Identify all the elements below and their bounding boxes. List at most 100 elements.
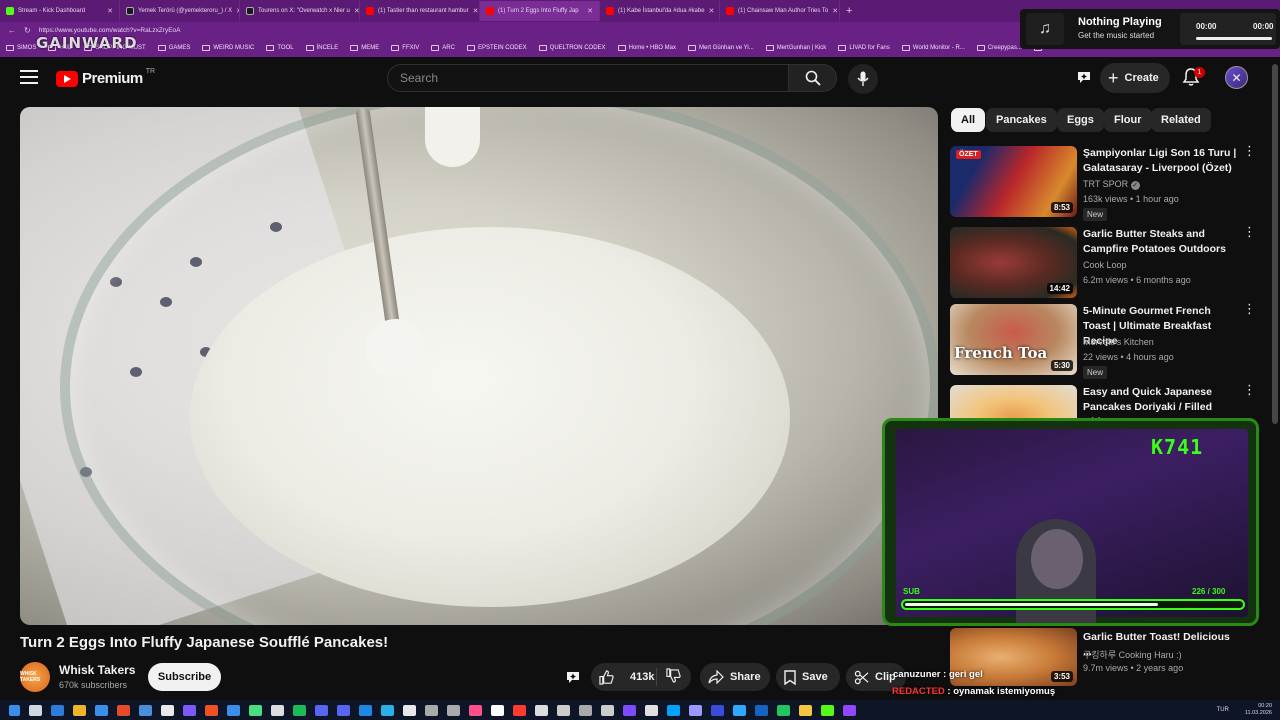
video-thumbnail[interactable]: French Toa 5:30 xyxy=(950,304,1077,375)
taskbar-app-icon[interactable] xyxy=(227,704,240,716)
taskbar-app-icon[interactable] xyxy=(821,704,834,716)
taskbar-app-icon[interactable] xyxy=(315,704,328,716)
like-button[interactable]: 413k xyxy=(591,668,657,686)
share-button[interactable]: Share xyxy=(700,663,770,691)
taskbar-app-icon[interactable] xyxy=(689,704,702,716)
taskbar-app-icon[interactable] xyxy=(271,704,284,716)
save-button[interactable]: Save xyxy=(776,663,840,691)
clock[interactable]: 00:20 11.03.2026 xyxy=(1245,703,1272,717)
youtube-premium-logo[interactable]: Premium TR xyxy=(56,68,155,87)
ask-ai-button[interactable] xyxy=(1074,67,1094,87)
taskbar-app-icon[interactable] xyxy=(29,704,42,716)
taskbar-app-icon[interactable] xyxy=(777,704,790,716)
related-video-title[interactable]: Şampiyonlar Ligi Son 16 Turu | Galatasar… xyxy=(1083,146,1238,176)
bookmark-item[interactable]: GAMES xyxy=(157,45,190,51)
bookmark-item[interactable]: EPSTEIN CODEX xyxy=(466,45,527,51)
bookmark-item[interactable]: Creepypas... xyxy=(976,45,1022,51)
bookmark-item[interactable]: WEIRD MUSIC xyxy=(202,45,254,51)
tab-close-icon[interactable]: ✕ xyxy=(103,7,113,15)
taskbar-app-icon[interactable] xyxy=(799,704,812,716)
bookmark-item[interactable]: MertGunhan | Kick xyxy=(765,45,826,51)
taskbar-app-icon[interactable] xyxy=(711,704,724,716)
chip-related[interactable]: Related xyxy=(1151,108,1211,132)
chip-eggs[interactable]: Eggs xyxy=(1057,108,1104,132)
voice-search-button[interactable] xyxy=(848,64,878,94)
tab-close-icon[interactable]: ✕ xyxy=(469,7,479,15)
related-video-channel[interactable]: Cook Loop xyxy=(1083,260,1127,270)
related-video[interactable]: ÖZET 8:53 Şampiyonlar Ligi Son 16 Turu |… xyxy=(950,144,1260,221)
browser-tab[interactable]: (1) Chainsaw Man Author Tries To ✕ xyxy=(720,1,840,21)
bookmark-item[interactable]: FFXIV xyxy=(391,45,419,51)
bookmark-item[interactable]: QUELTRON CODEX xyxy=(538,45,606,51)
video-thumbnail[interactable]: 14:42 xyxy=(950,227,1077,298)
bookmark-item[interactable]: Home • HBO Max xyxy=(617,45,676,51)
browser-tab[interactable]: (1) Tastier than restaurant hambur ✕ xyxy=(360,1,480,21)
taskbar-app-icon[interactable] xyxy=(425,704,438,716)
tab-close-icon[interactable]: ✕ xyxy=(705,7,715,15)
taskbar-app-icon[interactable] xyxy=(293,704,306,716)
related-video[interactable]: French Toa 5:30 5-Minute Gourmet French … xyxy=(950,302,1260,379)
taskbar-app-icon[interactable] xyxy=(51,704,64,716)
taskbar-app-icon[interactable] xyxy=(249,704,262,716)
browser-tab[interactable]: Tourens on X: "Overwatch x Nier u ✕ xyxy=(240,1,360,21)
channel-avatar[interactable]: WHISK TAKERS xyxy=(20,662,50,692)
reload-icon[interactable]: ↻ xyxy=(24,26,31,35)
more-options-icon[interactable]: ⋮ xyxy=(1243,383,1256,396)
windows-start-icon[interactable] xyxy=(9,704,20,716)
chip-flour[interactable]: Flour xyxy=(1104,108,1152,132)
video-thumbnail[interactable] xyxy=(950,385,1077,420)
account-avatar[interactable]: ✕ xyxy=(1225,66,1248,89)
taskbar-app-icon[interactable] xyxy=(359,704,372,716)
menu-icon[interactable] xyxy=(20,70,38,86)
back-icon[interactable]: ← xyxy=(8,26,16,35)
browser-tab-active[interactable]: (1) Turn 2 Eggs Into Fluffy Jap ✕ xyxy=(480,1,600,21)
taskbar-app-icon[interactable] xyxy=(337,704,350,716)
taskbar-app-icon[interactable] xyxy=(755,704,768,716)
related-video-channel[interactable]: Mervotti's Kitchen xyxy=(1083,337,1154,347)
more-options-icon[interactable]: ⋮ xyxy=(1243,225,1256,238)
taskbar-app-icon[interactable] xyxy=(667,704,680,716)
tab-close-icon[interactable]: ✕ xyxy=(828,7,838,15)
taskbar-app-icon[interactable] xyxy=(601,704,614,716)
bookmark-item[interactable]: İNCELE xyxy=(305,45,338,51)
bookmark-item[interactable]: Mert Günhan ve Yi... xyxy=(688,45,754,51)
taskbar-app-icon[interactable] xyxy=(579,704,592,716)
taskbar-app-icon[interactable] xyxy=(403,704,416,716)
taskbar-app-icon[interactable] xyxy=(117,704,130,716)
taskbar-app-icon[interactable] xyxy=(733,704,746,716)
taskbar-app-icon[interactable] xyxy=(183,704,196,716)
related-video[interactable]: Easy and Quick Japanese Pancakes Doriyak… xyxy=(950,383,1260,428)
browser-tab[interactable]: (1) Kabe İstanbul'da #dua #kabe ✕ xyxy=(600,1,720,21)
related-video-title[interactable]: Garlic Butter Steaks and Campfire Potato… xyxy=(1083,227,1238,257)
dislike-button[interactable] xyxy=(657,668,687,686)
bookmark-item[interactable]: MEME xyxy=(350,45,379,51)
channel-name[interactable]: Whisk Takers xyxy=(59,663,135,677)
taskbar-app-icon[interactable] xyxy=(557,704,570,716)
url-field[interactable]: https://www.youtube.com/watch?v=RaLzxZry… xyxy=(39,27,181,34)
language-indicator[interactable]: TUR xyxy=(1217,707,1229,713)
related-video[interactable]: 14:42 Garlic Butter Steaks and Campfire … xyxy=(950,225,1260,299)
new-tab-button[interactable]: + xyxy=(840,5,858,17)
related-video-channel[interactable]: 쿠킹하루 Cooking Haru :) xyxy=(1083,648,1182,661)
bookmark-item[interactable]: SIMOS xyxy=(6,45,36,51)
taskbar-app-icon[interactable] xyxy=(381,704,394,716)
taskbar-app-icon[interactable] xyxy=(843,704,856,716)
taskbar-app-icon[interactable] xyxy=(645,704,658,716)
more-options-icon[interactable]: ⋮ xyxy=(1243,144,1256,157)
tab-close-icon[interactable]: ✕ xyxy=(232,7,239,15)
taskbar-app-icon[interactable] xyxy=(95,704,108,716)
taskbar-app-icon[interactable] xyxy=(513,704,526,716)
chip-all[interactable]: All xyxy=(951,108,986,132)
video-player[interactable] xyxy=(20,107,938,625)
bookmark-item[interactable]: TOOL xyxy=(266,45,294,51)
scrollbar-thumb[interactable] xyxy=(1272,64,1278,424)
more-options-icon[interactable]: ⋮ xyxy=(1243,302,1256,315)
taskbar-app-icon[interactable] xyxy=(139,704,152,716)
related-video[interactable]: 3:53 Garlic Butter Toast! Delicious ... … xyxy=(950,628,1260,688)
taskbar-app-icon[interactable] xyxy=(161,704,174,716)
create-button[interactable]: + Create xyxy=(1100,63,1170,93)
bookmark-item[interactable]: World Monitor - R... xyxy=(901,45,965,51)
chip-pancakes[interactable]: Pancakes xyxy=(986,108,1057,132)
related-video-channel[interactable]: TRT SPOR ✓ xyxy=(1083,179,1140,190)
taskbar-app-icon[interactable] xyxy=(447,704,460,716)
